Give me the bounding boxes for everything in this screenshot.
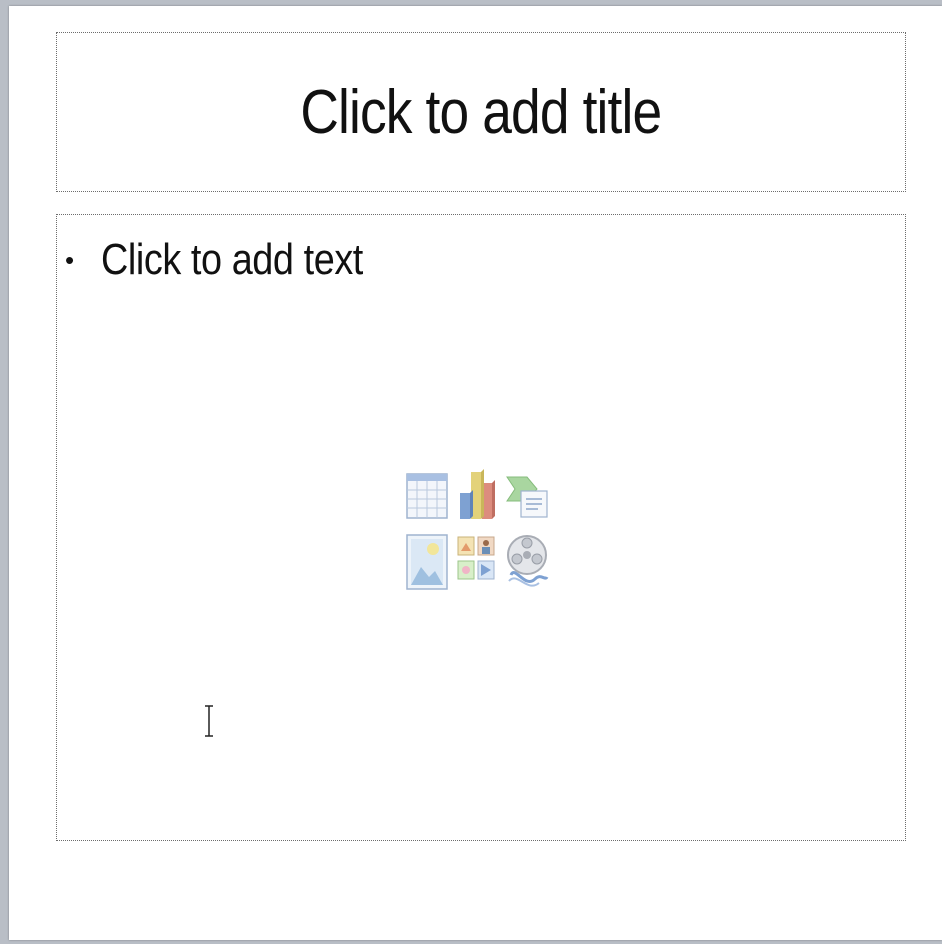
slide-canvas[interactable]: Click to add title • Click to add text xyxy=(9,6,942,940)
insert-content-icons xyxy=(405,469,553,591)
picture-icon[interactable] xyxy=(405,533,449,590)
bullet-glyph: • xyxy=(65,244,75,275)
smartart-icon[interactable] xyxy=(505,469,549,523)
content-placeholder[interactable]: • Click to add text xyxy=(56,214,906,841)
table-icon[interactable] xyxy=(405,469,449,523)
title-placeholder[interactable]: Click to add title xyxy=(56,32,906,192)
content-placeholder-text: Click to add text xyxy=(101,235,363,284)
text-cursor-icon xyxy=(203,705,215,737)
chart-icon[interactable] xyxy=(456,469,500,523)
clipart-icon[interactable] xyxy=(456,535,500,589)
title-placeholder-text: Click to add title xyxy=(300,77,663,147)
media-clip-icon[interactable] xyxy=(505,531,549,587)
bullet-item: • Click to add text xyxy=(65,235,406,285)
